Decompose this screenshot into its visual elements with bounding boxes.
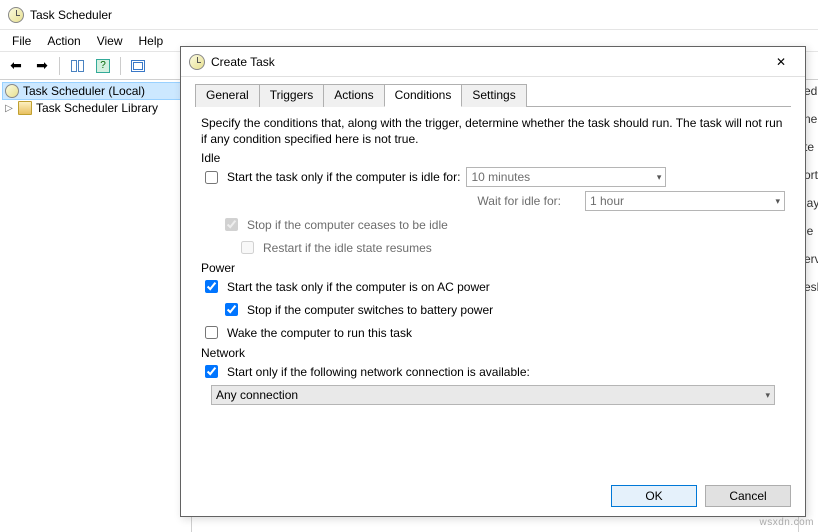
cancel-button[interactable]: Cancel: [705, 485, 791, 507]
tab-content-conditions: Specify the conditions that, along with …: [195, 107, 791, 415]
create-task-dialog: Create Task ✕ General Triggers Actions C…: [180, 46, 806, 517]
chevron-down-icon: ▾: [765, 390, 770, 401]
menu-help[interactable]: Help: [131, 32, 172, 50]
toolbar-separator: [59, 57, 60, 75]
tree-library-label: Task Scheduler Library: [36, 101, 158, 115]
power-wake-checkbox[interactable]: [205, 326, 218, 339]
power-ac-label: Start the task only if the computer is o…: [227, 280, 490, 294]
toolbar-separator: [120, 57, 121, 75]
arrow-right-icon: ➡: [36, 57, 48, 74]
idle-stop-label: Stop if the computer ceases to be idle: [247, 218, 448, 232]
tab-strip: General Triggers Actions Conditions Sett…: [195, 83, 791, 107]
idle-wait-label: Wait for idle for:: [237, 194, 579, 208]
tab-conditions[interactable]: Conditions: [384, 84, 463, 107]
power-ac-row[interactable]: Start the task only if the computer is o…: [201, 277, 490, 296]
forward-button[interactable]: ➡: [30, 55, 54, 77]
conditions-description: Specify the conditions that, along with …: [201, 115, 785, 147]
watermark: wsxdn.com: [759, 517, 814, 528]
dialog-title: Create Task: [211, 55, 765, 69]
help-button[interactable]: ?: [91, 55, 115, 77]
show-hide-tree-button[interactable]: [65, 55, 89, 77]
tab-actions[interactable]: Actions: [323, 84, 384, 107]
app-title: Task Scheduler: [30, 8, 112, 22]
close-button[interactable]: ✕: [765, 50, 797, 74]
network-connection-dropdown[interactable]: Any connection ▾: [211, 385, 775, 405]
power-battery-row[interactable]: Stop if the computer switches to battery…: [221, 300, 493, 319]
idle-start-checkbox[interactable]: [205, 171, 218, 184]
network-connection-value: Any connection: [216, 388, 298, 402]
tree-root[interactable]: Task Scheduler (Local): [2, 82, 189, 100]
idle-duration-dropdown[interactable]: 10 minutes ▾: [466, 167, 666, 187]
menu-action[interactable]: Action: [39, 32, 88, 50]
close-icon: ✕: [776, 55, 786, 69]
properties-button[interactable]: [126, 55, 150, 77]
tree-root-label: Task Scheduler (Local): [23, 84, 145, 98]
help-icon: ?: [96, 59, 110, 73]
dialog-icon: [189, 54, 205, 70]
network-start-checkbox[interactable]: [205, 365, 218, 378]
chevron-down-icon: ▾: [657, 172, 662, 183]
tab-general[interactable]: General: [195, 84, 260, 107]
tree-pane: Task Scheduler (Local) ▷ Task Scheduler …: [0, 80, 192, 532]
network-start-row[interactable]: Start only if the following network conn…: [201, 362, 530, 381]
dialog-body: General Triggers Actions Conditions Sett…: [181, 77, 805, 476]
idle-restart-checkbox[interactable]: [241, 241, 254, 254]
arrow-left-icon: ⬅: [10, 57, 22, 74]
power-battery-label: Stop if the computer switches to battery…: [247, 303, 493, 317]
app-icon: [8, 7, 24, 23]
expand-icon[interactable]: ▷: [4, 103, 14, 114]
idle-start-row[interactable]: Start the task only if the computer is i…: [201, 168, 460, 187]
power-wake-label: Wake the computer to run this task: [227, 326, 412, 340]
power-section-label: Power: [201, 261, 785, 275]
power-battery-checkbox[interactable]: [225, 303, 238, 316]
idle-stop-row[interactable]: Stop if the computer ceases to be idle: [221, 215, 448, 234]
properties-icon: [131, 60, 145, 72]
menu-view[interactable]: View: [89, 32, 131, 50]
dialog-titlebar[interactable]: Create Task ✕: [181, 47, 805, 77]
network-start-label: Start only if the following network conn…: [227, 365, 530, 379]
tree-library[interactable]: ▷ Task Scheduler Library: [2, 100, 189, 116]
tab-settings[interactable]: Settings: [461, 84, 526, 107]
network-section-label: Network: [201, 346, 785, 360]
idle-restart-label: Restart if the idle state resumes: [263, 241, 432, 255]
idle-stop-checkbox[interactable]: [225, 218, 238, 231]
idle-duration-value: 10 minutes: [471, 170, 530, 184]
idle-restart-row[interactable]: Restart if the idle state resumes: [237, 238, 432, 257]
dialog-footer: OK Cancel: [181, 476, 805, 516]
idle-section-label: Idle: [201, 151, 785, 165]
panel-icon: [71, 60, 84, 72]
main-titlebar: Task Scheduler: [0, 0, 818, 30]
folder-icon: [18, 101, 32, 115]
idle-start-label: Start the task only if the computer is i…: [227, 170, 460, 184]
tab-triggers[interactable]: Triggers: [259, 84, 325, 107]
power-ac-checkbox[interactable]: [205, 280, 218, 293]
chevron-down-icon: ▾: [775, 196, 780, 207]
power-wake-row[interactable]: Wake the computer to run this task: [201, 323, 412, 342]
idle-wait-dropdown[interactable]: 1 hour ▾: [585, 191, 785, 211]
back-button[interactable]: ⬅: [4, 55, 28, 77]
ok-button[interactable]: OK: [611, 485, 697, 507]
scheduler-icon: [5, 84, 19, 98]
menu-file[interactable]: File: [4, 32, 39, 50]
idle-wait-value: 1 hour: [590, 194, 624, 208]
